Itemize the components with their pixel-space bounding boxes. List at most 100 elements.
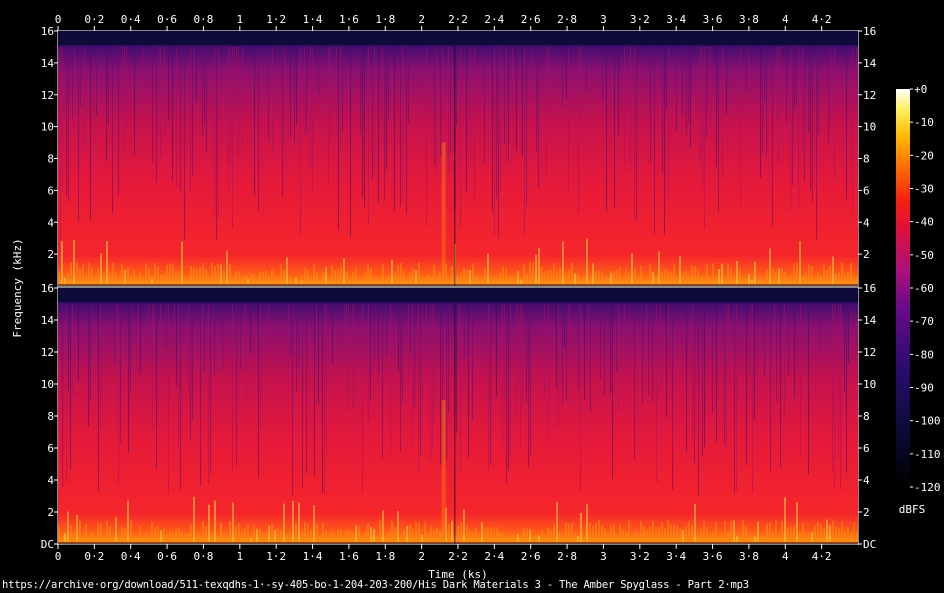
y-tick-label-right: 2 — [863, 506, 870, 519]
x-tick-label-top: 0·4 — [121, 13, 141, 26]
x-tick-label-top: 3·4 — [666, 13, 686, 26]
x-tick-label-bottom: 1 — [237, 550, 244, 563]
x-tick-label-top: 0·6 — [157, 13, 177, 26]
y-tick-label-left: 8 — [47, 410, 54, 423]
spectrogram-dc-strip — [58, 284, 858, 286]
y-tick-label-left: 12 — [41, 346, 54, 359]
y-tick-label-right: 14 — [863, 314, 877, 327]
y-tick-label-right: 4 — [863, 216, 870, 229]
y-tick-label-right: 8 — [863, 153, 870, 166]
x-tick-label-top: 3·6 — [703, 13, 723, 26]
source-url: https://archive·org/download/511-texqdhs… — [2, 579, 749, 591]
y-tick-label-left: 12 — [41, 89, 54, 102]
spectrogram-panel-channel-2 — [57, 287, 859, 545]
x-tick-label-top: 2·6 — [521, 13, 541, 26]
y-tick-label-right: 14 — [863, 57, 877, 70]
x-tick-label-top: 1·2 — [266, 13, 286, 26]
x-tick-label-bottom: 4 — [782, 550, 789, 563]
x-tick-label-bottom: 2·2 — [448, 550, 468, 563]
x-tick-label-bottom: 0·8 — [194, 550, 214, 563]
x-tick-label-bottom: 0·4 — [121, 550, 141, 563]
y-tick-label-left: 6 — [47, 184, 54, 197]
spectrogram-cutoff-band — [58, 288, 858, 303]
x-tick-label-bottom: 0·2 — [84, 550, 104, 563]
x-tick-label-bottom: 2·6 — [521, 550, 541, 563]
colorbar-gradient — [896, 89, 910, 487]
y-tick-label-left: DC — [41, 538, 54, 551]
x-tick-label-top: 1·6 — [339, 13, 359, 26]
x-tick-label-top: 2·4 — [484, 13, 504, 26]
y-tick-label-right: 8 — [863, 410, 870, 423]
y-tick-label-left: 6 — [47, 442, 54, 455]
spectrogram-gap-line — [454, 288, 456, 544]
y-axis-label: Frequency (kHz) — [11, 238, 24, 337]
colorbar-tick-label: -110 — [914, 448, 941, 461]
colorbar-tick-label: -20 — [914, 149, 934, 162]
x-tick-label-top: 1·8 — [375, 13, 395, 26]
x-tick-label-top: 1 — [237, 13, 244, 26]
colorbar-tick-label: -10 — [914, 116, 934, 129]
y-tick-label-right: 6 — [863, 184, 870, 197]
x-tick-label-top: 2 — [418, 13, 425, 26]
colorbar-tick-label: -40 — [914, 216, 934, 229]
x-tick-label-bottom: 2·8 — [557, 550, 577, 563]
spectrogram-field — [58, 31, 858, 286]
spectrogram-cutoff-band — [58, 31, 858, 46]
y-tick-label-left: 16 — [41, 282, 54, 295]
x-tick-label-bottom: 1·4 — [303, 550, 323, 563]
x-tick-label-top: 4 — [782, 13, 789, 26]
y-tick-label-right: 16 — [863, 282, 876, 295]
x-tick-label-top: 2·8 — [557, 13, 577, 26]
spectrogram-event — [441, 400, 446, 541]
spectrogram-panel-channel-1 — [57, 30, 859, 287]
x-tick-label-top: 0·8 — [194, 13, 214, 26]
x-tick-label-bottom: 1·6 — [339, 550, 359, 563]
x-tick-label-bottom: 3·2 — [630, 550, 650, 563]
y-tick-label-right: 16 — [863, 25, 876, 38]
spectrogram-gap-line — [454, 31, 456, 286]
y-tick-label-right: 10 — [863, 121, 876, 134]
y-tick-label-left: 2 — [47, 506, 54, 519]
colorbar-tick-label: -50 — [914, 249, 934, 262]
x-tick-label-bottom: 2 — [418, 550, 425, 563]
colorbar-tick-label: -60 — [914, 282, 934, 295]
y-tick-label-right: 12 — [863, 346, 876, 359]
x-tick-label-top: 3 — [600, 13, 607, 26]
colorbar-tick-label: -70 — [914, 315, 934, 328]
x-tick-label-bottom: 0 — [55, 550, 62, 563]
y-tick-label-right: 12 — [863, 89, 876, 102]
x-tick-label-bottom: 0·6 — [157, 550, 177, 563]
x-tick-label-bottom: 3 — [600, 550, 607, 563]
spectrogram-event — [441, 142, 446, 283]
x-tick-label-bottom: 4·2 — [812, 550, 832, 563]
colorbar-label: dBFS — [899, 503, 926, 516]
x-tick-label-top: 2·2 — [448, 13, 468, 26]
x-tick-label-bottom: 3·4 — [666, 550, 686, 563]
colorbar-tick-label: -30 — [914, 183, 934, 196]
y-tick-label-left: 4 — [47, 474, 54, 487]
y-tick-label-left: 16 — [41, 25, 54, 38]
colorbar-tick-label: -100 — [914, 415, 941, 428]
x-tick-label-top: 0·2 — [84, 13, 104, 26]
x-tick-label-bottom: 2·4 — [484, 550, 504, 563]
spectrogram-dc-strip — [58, 542, 858, 544]
y-tick-label-right: 6 — [863, 442, 870, 455]
spectrogram-chart: 16 1614 1412 1210 108 86 64 42 216 1614 1412 1210 10… — [11, 13, 941, 581]
y-tick-label-left: 2 — [47, 248, 54, 261]
colorbar-tick-label: -90 — [914, 382, 934, 395]
x-tick-label-bottom: 3·6 — [703, 550, 723, 563]
y-tick-label-left: 10 — [41, 378, 54, 391]
colorbar-tick-label: -120 — [914, 481, 941, 494]
x-tick-label-top: 4·2 — [812, 13, 832, 26]
y-tick-label-left: 10 — [41, 121, 54, 134]
x-tick-label-bottom: 3·8 — [739, 550, 759, 563]
y-tick-label-left: 14 — [41, 57, 55, 70]
x-tick-label-top: 3·2 — [630, 13, 650, 26]
x-tick-label-top: 1·4 — [303, 13, 323, 26]
colorbar: +0 -10 -20 -30 -40 -50 -60 -70 -80 -90 -100 -110 -12… — [896, 83, 941, 516]
y-tick-label-right: 10 — [863, 378, 876, 391]
x-tick-label-bottom: 1·8 — [375, 550, 395, 563]
y-tick-label-right: DC — [863, 538, 876, 551]
colorbar-tick-label: +0 — [914, 83, 927, 96]
x-tick-label-top: 0 — [55, 13, 62, 26]
